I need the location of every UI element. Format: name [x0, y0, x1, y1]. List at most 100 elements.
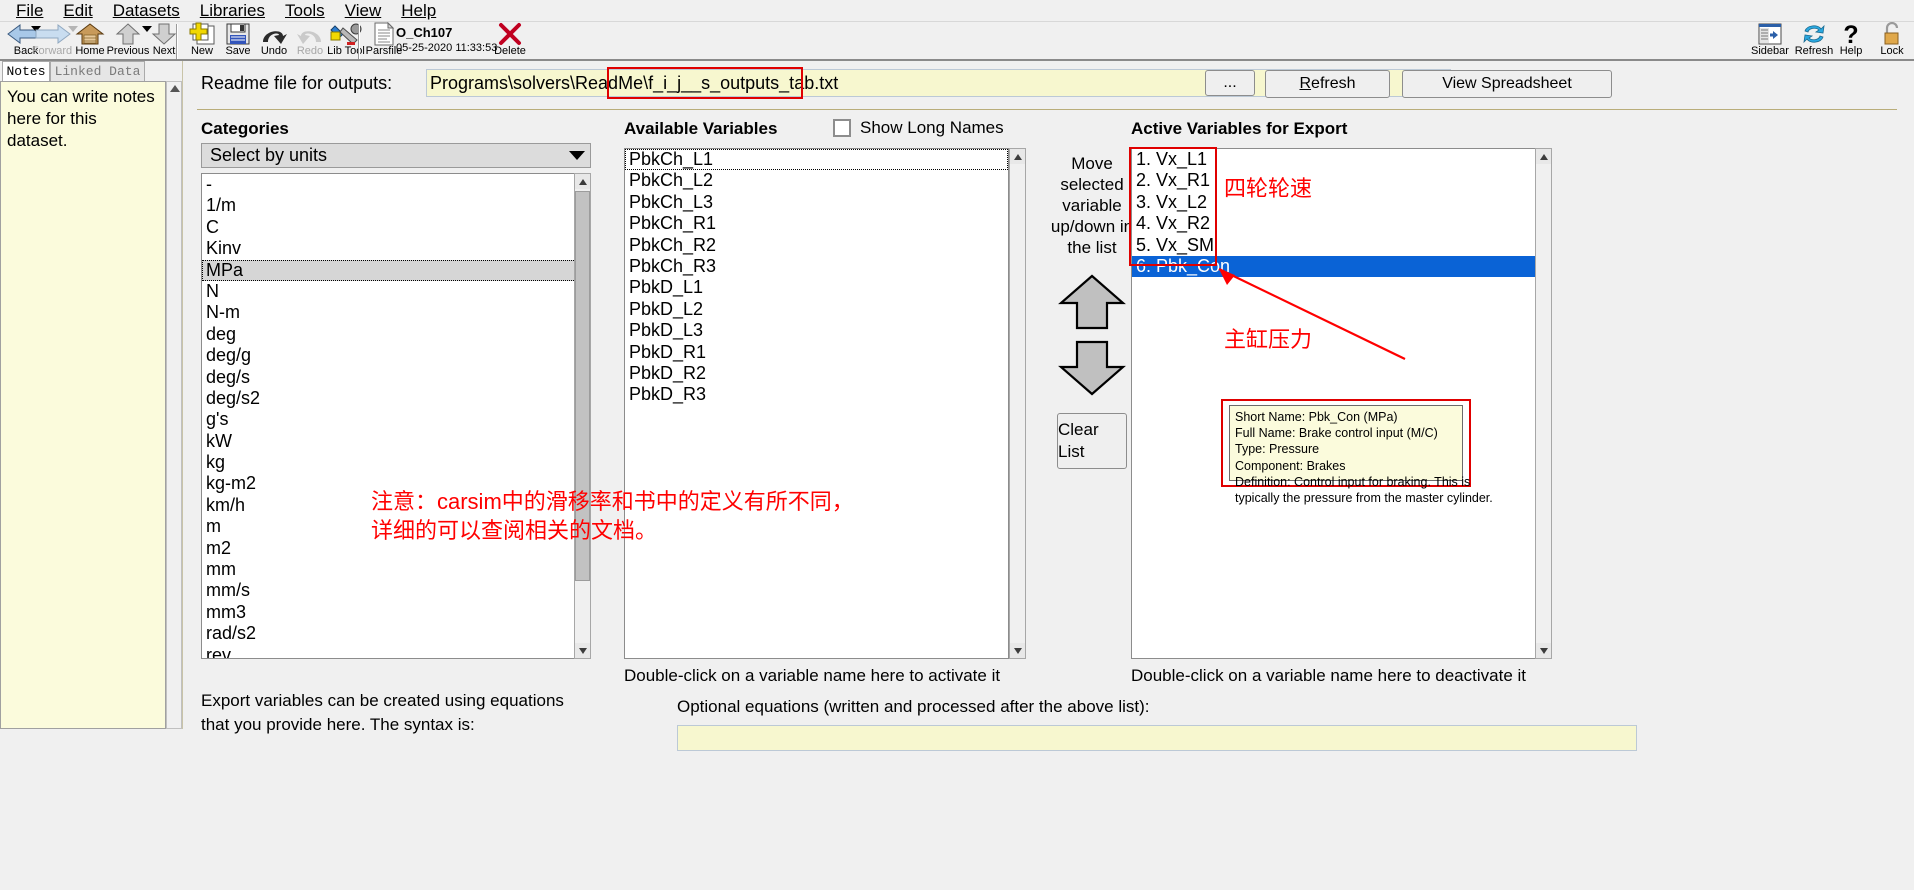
menu-item-libraries[interactable]: Libraries [190, 1, 275, 21]
categories-selector[interactable]: Select by units [201, 143, 591, 168]
list-item-unit[interactable]: - [202, 174, 590, 195]
list-item-active-variable[interactable]: 2. Vx_R1 [1132, 170, 1535, 191]
list-item-available-variable[interactable]: PbkCh_L1 [625, 149, 1008, 171]
categories-scrollbar[interactable] [574, 173, 591, 659]
carsim-export-window: File Edit Datasets Libraries Tools View … [0, 0, 1914, 890]
list-item-unit[interactable]: deg [202, 324, 590, 345]
list-item-unit[interactable]: N-m [202, 302, 590, 323]
scroll-down-button-categories[interactable] [575, 643, 590, 658]
toolbar-label-help: Help [1839, 45, 1863, 57]
browse-button[interactable]: ... [1205, 70, 1255, 96]
browse-button-label: ... [1223, 74, 1237, 91]
list-item-active-variable[interactable]: 3. Vx_L2 [1132, 192, 1535, 213]
clear-list-button[interactable]: Clear List [1057, 413, 1127, 469]
scroll-up-button-available[interactable] [1010, 149, 1025, 164]
list-item-unit[interactable]: 1/m [202, 195, 590, 216]
menu-item-datasets[interactable]: Datasets [103, 1, 190, 21]
list-item-active-variable[interactable]: 4. Vx_R2 [1132, 213, 1535, 234]
active-scrollbar[interactable] [1535, 148, 1552, 659]
active-variables-hint: Double-click on a variable name here to … [1131, 666, 1526, 685]
tab-notes[interactable]: Notes [2, 61, 50, 81]
notes-textarea[interactable]: You can write notes here for this datase… [0, 81, 166, 729]
list-item-available-variable[interactable]: PbkD_R2 [625, 363, 1008, 384]
view-spreadsheet-button[interactable]: View Spreadsheet [1402, 70, 1612, 98]
scroll-down-button-available[interactable] [1010, 643, 1025, 658]
available-scrollbar[interactable] [1009, 148, 1026, 659]
refresh-button[interactable]: Refresh [1265, 70, 1390, 98]
scroll-down-button-active[interactable] [1536, 643, 1551, 658]
list-item-unit[interactable]: deg/g [202, 345, 590, 366]
menu-item-view-label: View [344, 0, 382, 20]
refresh-icon [1801, 22, 1827, 46]
list-item-unit[interactable]: Kinv [202, 238, 590, 259]
list-item-available-variable[interactable]: PbkD_L2 [625, 299, 1008, 320]
variable-tooltip: Short Name: Pbk_Con (MPa) Full Name: Bra… [1229, 405, 1493, 505]
tab-linked-data[interactable]: Linked Data [50, 61, 145, 81]
list-item-unit[interactable]: deg/s2 [202, 388, 590, 409]
notes-scrollbar[interactable] [166, 81, 182, 729]
list-item-unit[interactable]: g's [202, 409, 590, 430]
list-item-available-variable[interactable]: PbkCh_L3 [625, 192, 1008, 213]
available-variables-listbox[interactable]: PbkCh_L1 PbkCh_L2 PbkCh_L3 PbkCh_R1 PbkCh_R2… [624, 148, 1009, 659]
list-item-active-variable[interactable]: 5. Vx_SM [1132, 235, 1535, 256]
export-equations-help-line2: that you provide here. The syntax is: [201, 715, 475, 734]
move-up-button[interactable] [1058, 273, 1126, 331]
menu-item-help[interactable]: Help [391, 1, 446, 21]
show-long-names-row[interactable]: Show Long Names [833, 118, 1004, 138]
list-item-unit[interactable]: kg [202, 452, 590, 473]
toolbar-label-home: Home [75, 45, 105, 57]
toolbar-button-lock[interactable]: Lock [1872, 22, 1912, 61]
list-item-available-variable[interactable]: PbkD_R1 [625, 342, 1008, 363]
scroll-up-arrow-icon[interactable] [170, 85, 180, 92]
tooltip-line-definition-1: Definition: Control input for braking. T… [1235, 474, 1471, 489]
list-item-unit[interactable]: rev [202, 645, 590, 658]
active-variables-listbox[interactable]: 1. Vx_L1 2. Vx_R1 3. Vx_L2 4. Vx_R2 5. Vx_SM… [1131, 148, 1535, 659]
list-item-unit[interactable]: deg/s [202, 367, 590, 388]
left-panel-tabstrip: Notes Linked Data [0, 61, 175, 81]
toolbar-button-refresh[interactable]: Refresh [1790, 22, 1838, 61]
list-item-available-variable[interactable]: PbkD_L1 [625, 277, 1008, 298]
export-equations-help-line1: Export variables can be created using eq… [201, 691, 564, 710]
readme-path-prefix: Programs\solvers\ReadMe\ [430, 73, 649, 93]
section-divider [197, 109, 1897, 110]
list-item-unit[interactable]: kW [202, 431, 590, 452]
list-item-available-variable[interactable]: PbkD_R3 [625, 384, 1008, 405]
list-item-available-variable[interactable]: PbkCh_R3 [625, 256, 1008, 277]
tooltip-line-full-name: Full Name: Brake control input (M/C) [1235, 426, 1438, 441]
list-item-unit[interactable]: mm3 [202, 602, 590, 623]
menu-item-edit[interactable]: Edit [53, 1, 102, 21]
move-down-button[interactable] [1058, 339, 1126, 397]
chevron-down-icon-categories[interactable] [565, 145, 589, 166]
show-long-names-checkbox[interactable] [833, 119, 851, 137]
list-item-available-variable[interactable]: PbkD_L3 [625, 320, 1008, 341]
tooltip-line-type: Type: Pressure [1235, 442, 1320, 457]
list-item-available-variable[interactable]: PbkCh_L2 [625, 170, 1008, 191]
toolbar-button-sidebar[interactable]: Sidebar [1746, 22, 1794, 61]
menu-item-tools[interactable]: Tools [275, 1, 335, 21]
list-item-unit[interactable]: mm/s [202, 580, 590, 601]
optional-equations-input[interactable] [677, 725, 1637, 751]
list-item-available-variable[interactable]: PbkCh_R1 [625, 213, 1008, 234]
categories-units-listbox[interactable]: -1/m C Kinv MPa N N-m deg deg/g deg/s deg/s2 g's kW… [201, 173, 591, 659]
menu-item-view[interactable]: View [335, 1, 392, 21]
optional-equations-label: Optional equations (written and processe… [677, 697, 1150, 716]
toolbar-label-sidebar: Sidebar [1751, 45, 1789, 57]
list-item-unit[interactable]: MPa [202, 259, 590, 281]
annotation-arrow-master-cylinder [1218, 268, 1406, 360]
scroll-up-button-active[interactable] [1536, 149, 1551, 164]
readme-path-highlight: f_i_j__s_outputs_tab.txt [648, 73, 839, 93]
down-arrow-icon [151, 22, 177, 46]
scroll-up-button-categories[interactable] [575, 174, 590, 189]
dataset-timestamp: 05-25-2020 11:33:53 [396, 42, 498, 54]
menu-item-file-label: File [16, 0, 44, 20]
menu-item-file[interactable]: File [6, 1, 53, 21]
list-item-unit[interactable]: N [202, 281, 590, 302]
toolbar-button-delete[interactable]: Delete [484, 22, 536, 61]
list-item-unit[interactable]: C [202, 217, 590, 238]
annotation-slip-note-line1: 注意：carsim中的滑移率和书中的定义有所不同， [371, 489, 854, 514]
list-item-unit[interactable]: rad/s2 [202, 623, 590, 644]
list-item-unit[interactable]: mm [202, 559, 590, 580]
toolbar-button-help[interactable]: ? Help [1832, 22, 1870, 61]
list-item-active-variable[interactable]: 1. Vx_L1 [1132, 149, 1535, 170]
list-item-available-variable[interactable]: PbkCh_R2 [625, 235, 1008, 256]
